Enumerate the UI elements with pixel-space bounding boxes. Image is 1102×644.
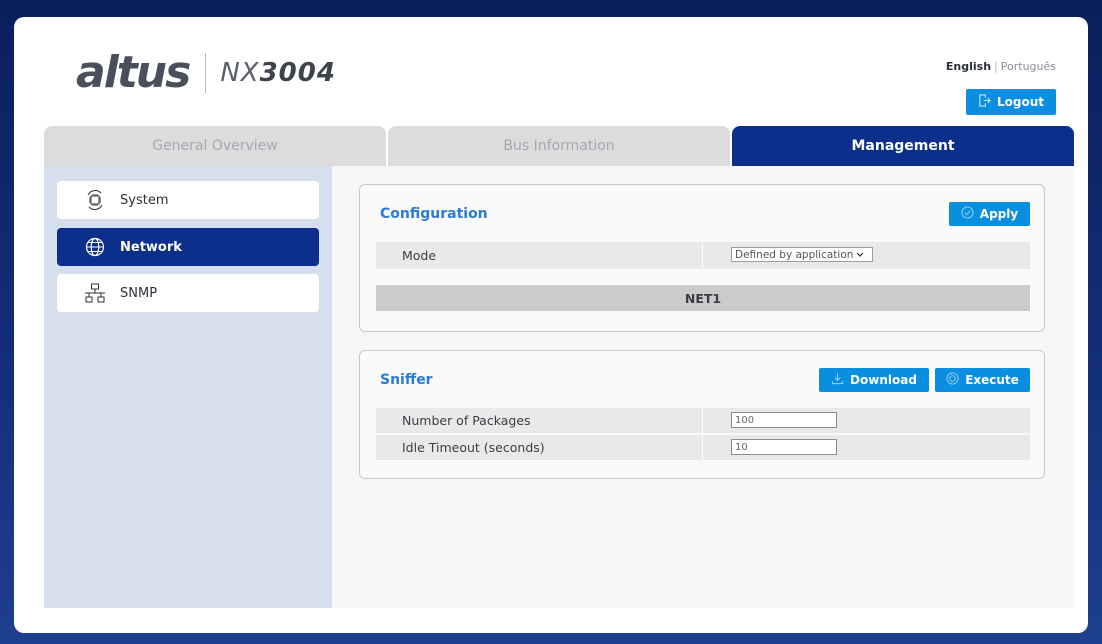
language-separator: | xyxy=(994,60,998,73)
logout-label: Logout xyxy=(996,95,1044,109)
tab-general-overview[interactable]: General Overview xyxy=(44,126,386,166)
download-label: Download xyxy=(850,373,917,387)
download-icon xyxy=(831,372,844,388)
download-button[interactable]: Download xyxy=(819,368,929,392)
logout-icon xyxy=(978,94,991,110)
sidebar: System Network SNMP xyxy=(44,166,332,608)
model-number: 3004 xyxy=(259,58,336,88)
target-icon xyxy=(946,372,959,388)
content-area: Configuration Apply Mode Defined by appl… xyxy=(332,166,1074,608)
configuration-panel: Configuration Apply Mode Defined by appl… xyxy=(359,184,1045,332)
globe-icon xyxy=(84,236,106,258)
logo-divider xyxy=(205,53,207,93)
apply-button[interactable]: Apply xyxy=(949,202,1030,226)
sidebar-item-label: System xyxy=(120,192,169,208)
chevron-down-icon xyxy=(856,249,864,261)
sniffer-title: Sniffer xyxy=(380,372,433,388)
tab-bus-information[interactable]: Bus Information xyxy=(388,126,730,166)
timeout-input[interactable]: 10 xyxy=(731,439,837,455)
language-portuguese[interactable]: Português xyxy=(1001,60,1056,73)
mode-select[interactable]: Defined by application xyxy=(731,247,873,262)
mode-value-cell: Defined by application xyxy=(702,242,1031,269)
sidebar-item-snmp[interactable]: SNMP xyxy=(57,274,319,312)
tab-label: Management xyxy=(851,138,955,154)
language-english[interactable]: English xyxy=(946,60,991,73)
net1-header: NET1 xyxy=(376,285,1030,311)
configuration-title: Configuration xyxy=(380,206,488,222)
timeout-row: Idle Timeout (seconds) 10 xyxy=(376,435,1030,460)
brand-logo: altus NX3004 xyxy=(76,51,336,95)
logout-button[interactable]: Logout xyxy=(966,89,1056,115)
model-name: NX3004 xyxy=(220,58,336,88)
mode-select-value: Defined by application xyxy=(735,248,854,261)
timeout-label: Idle Timeout (seconds) xyxy=(402,440,545,455)
model-prefix: NX xyxy=(220,58,260,88)
packages-label: Number of Packages xyxy=(402,413,531,428)
language-switcher: English | Português xyxy=(946,60,1056,73)
main-tabs: General Overview Bus Information Managem… xyxy=(44,126,1074,166)
mode-row: Mode Defined by application xyxy=(376,242,1030,269)
sidebar-item-network[interactable]: Network xyxy=(57,228,319,266)
mode-label: Mode xyxy=(402,248,437,263)
check-circle-icon xyxy=(961,206,974,222)
timeout-value-cell: 10 xyxy=(702,435,1031,460)
sidebar-item-label: SNMP xyxy=(120,285,158,301)
chip-icon xyxy=(84,189,106,211)
sidebar-item-system[interactable]: System xyxy=(57,181,319,219)
packages-value-cell: 100 xyxy=(702,408,1031,433)
packages-input[interactable]: 100 xyxy=(731,412,837,428)
sidebar-item-label: Network xyxy=(120,239,182,255)
execute-label: Execute xyxy=(965,373,1019,387)
sniffer-panel: Sniffer Download Execute Number of Packa… xyxy=(359,350,1045,479)
execute-button[interactable]: Execute xyxy=(935,368,1030,392)
network-tree-icon xyxy=(84,282,106,304)
tab-label: General Overview xyxy=(152,138,278,154)
apply-label: Apply xyxy=(979,207,1019,221)
packages-row: Number of Packages 100 xyxy=(376,408,1030,433)
tab-label: Bus Information xyxy=(503,138,615,154)
logo-wordmark: altus xyxy=(76,47,191,98)
tab-management[interactable]: Management xyxy=(732,126,1074,166)
